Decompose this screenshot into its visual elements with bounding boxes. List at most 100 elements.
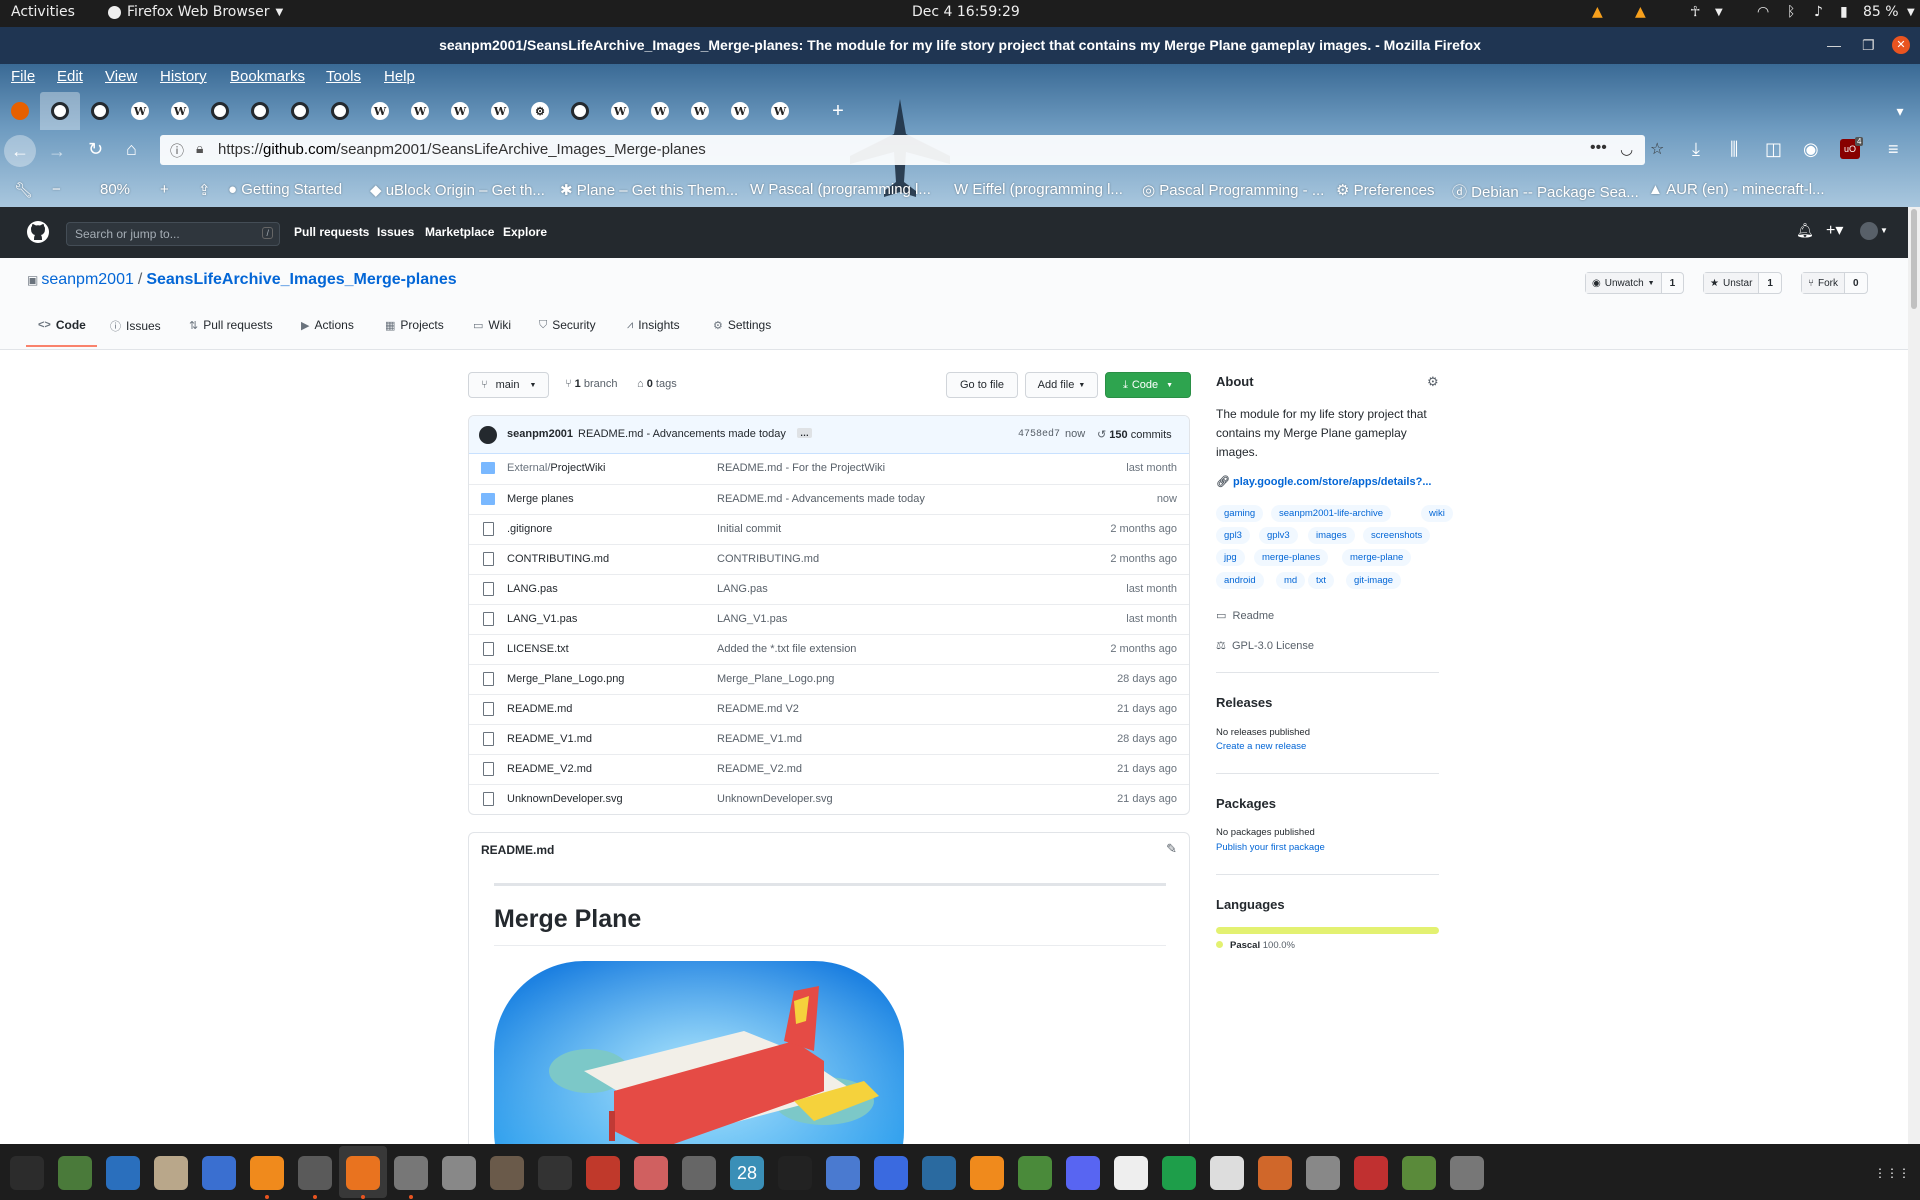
topic-tag[interactable]: images: [1308, 527, 1355, 544]
star-count[interactable]: 1: [1759, 278, 1781, 289]
calendar-icon[interactable]: 28: [730, 1156, 764, 1190]
tab-code[interactable]: <> Code: [38, 318, 86, 332]
battery-icon[interactable]: ▮: [1840, 4, 1848, 20]
topic-tag[interactable]: merge-plane: [1342, 549, 1412, 566]
topic-tag[interactable]: gplv3: [1259, 527, 1298, 544]
discord-icon[interactable]: [1066, 1156, 1100, 1190]
file-row[interactable]: README.md README.md V2 21 days ago: [469, 694, 1189, 724]
close-button[interactable]: ✕: [1892, 36, 1910, 54]
commits-link[interactable]: ↺ 150 commits: [1097, 428, 1172, 441]
nav-explore[interactable]: Explore: [503, 225, 547, 239]
game-icon[interactable]: [1018, 1156, 1052, 1190]
releases-heading[interactable]: Releases: [1216, 695, 1272, 710]
file-row[interactable]: LANG_V1.pas LANG_V1.pas last month: [469, 604, 1189, 634]
text-editor-icon[interactable]: [202, 1156, 236, 1190]
file-row[interactable]: LICENSE.txt Added the *.txt file extensio…: [469, 634, 1189, 664]
tab-settings[interactable]: ⚙ Settings: [713, 318, 771, 332]
browser-tab[interactable]: [280, 92, 320, 130]
tab-pull-requests[interactable]: ⇅ Pull requests: [189, 318, 273, 332]
website-link[interactable]: 🔗︎ play.google.com/store/apps/details?..…: [1216, 475, 1431, 488]
clock[interactable]: Dec 4 16:59:29: [912, 4, 1020, 20]
chevron-down-icon[interactable]: ▼: [1880, 226, 1888, 235]
tags-link[interactable]: ⌂ 0 tags: [637, 378, 677, 390]
tab-issues[interactable]: ⓘ Issues: [110, 318, 161, 334]
bookmark-item[interactable]: ⚙ Preferences: [1336, 181, 1435, 199]
file-name-link[interactable]: README_V1.md: [507, 733, 592, 745]
pocket-icon[interactable]: ◡: [1620, 140, 1633, 158]
terminal-icon[interactable]: [538, 1156, 572, 1190]
extensions-icon[interactable]: [58, 1156, 92, 1190]
file-row[interactable]: README_V2.md README_V2.md 21 days ago: [469, 754, 1189, 784]
file-commit-message[interactable]: Added the *.txt file extension: [717, 643, 856, 655]
browser-tab[interactable]: [240, 92, 280, 130]
timeshift-icon[interactable]: [586, 1156, 620, 1190]
github-logo-icon[interactable]: [26, 220, 50, 244]
browser-tab[interactable]: W: [160, 92, 200, 130]
downloads-icon[interactable]: ⤓: [1692, 139, 1700, 160]
tab-wiki[interactable]: ▭ Wiki: [473, 318, 511, 332]
blender-icon[interactable]: [970, 1156, 1004, 1190]
file-commit-message[interactable]: CONTRIBUTING.md: [717, 553, 819, 565]
file-commit-message[interactable]: Initial commit: [717, 523, 781, 535]
file-commit-message[interactable]: UnknownDeveloper.svg: [717, 793, 833, 805]
browser-tab[interactable]: W: [400, 92, 440, 130]
menu-history[interactable]: History: [160, 68, 207, 85]
file-row[interactable]: UnknownDeveloper.svg UnknownDeveloper.svg…: [469, 784, 1189, 814]
browser-tab[interactable]: ⚙: [520, 92, 560, 130]
screenshot-icon[interactable]: [442, 1156, 476, 1190]
readme-link[interactable]: ▭ Readme: [1216, 609, 1274, 622]
browser-tab[interactable]: [320, 92, 360, 130]
todo-icon[interactable]: [826, 1156, 860, 1190]
file-commit-message[interactable]: LANG.pas: [717, 583, 768, 595]
typora-icon[interactable]: [1210, 1156, 1244, 1190]
browser-tab[interactable]: W: [480, 92, 520, 130]
document-viewer-icon[interactable]: [1114, 1156, 1148, 1190]
zoom-level[interactable]: 80%: [100, 181, 130, 198]
file-commit-message[interactable]: README_V2.md: [717, 763, 802, 775]
topic-tag[interactable]: seanpm2001-life-archive: [1271, 505, 1392, 522]
nav-marketplace[interactable]: Marketplace: [425, 225, 494, 239]
file-name-link[interactable]: LANG_V1.pas: [507, 613, 577, 625]
file-row[interactable]: Merge planes README.md - Advancements mad…: [469, 484, 1189, 514]
menu-tools[interactable]: Tools: [326, 68, 361, 85]
topic-tag[interactable]: merge-planes: [1254, 549, 1329, 566]
writer-icon[interactable]: [106, 1156, 140, 1190]
minecraft-icon[interactable]: [1402, 1156, 1436, 1190]
tab-security[interactable]: ⛉ Security: [539, 318, 596, 332]
commit-author[interactable]: seanpm2001: [507, 428, 573, 440]
file-commit-message[interactable]: README.md - For the ProjectWiki: [717, 462, 885, 474]
page-actions-icon[interactable]: •••: [1590, 139, 1607, 157]
file-commit-message[interactable]: README.md V2: [717, 703, 799, 715]
chevron-down-icon[interactable]: ▼: [1715, 7, 1723, 18]
library-icon[interactable]: ⫼: [1730, 139, 1738, 160]
sidebar-icon[interactable]: ◫: [1765, 139, 1782, 160]
file-row[interactable]: README_V1.md README_V1.md 28 days ago: [469, 724, 1189, 754]
browser-tab[interactable]: [200, 92, 240, 130]
impress-icon[interactable]: [1258, 1156, 1292, 1190]
edit-pencil-icon[interactable]: ✎: [1166, 841, 1177, 857]
avatar[interactable]: [1860, 222, 1878, 240]
vlc-tray-icon[interactable]: ▲: [1592, 4, 1603, 20]
page-scrollbar[interactable]: [1908, 207, 1920, 1144]
repo-owner-link[interactable]: seanpm2001: [41, 271, 134, 288]
notifications-bell-icon[interactable]: 🔔︎: [1796, 222, 1814, 239]
list-all-tabs-button[interactable]: ▾: [1880, 92, 1920, 130]
file-name-link[interactable]: Merge_Plane_Logo.png: [507, 673, 624, 685]
back-button[interactable]: ←: [4, 135, 36, 167]
activities-button[interactable]: Activities: [11, 4, 75, 20]
share-icon[interactable]: ⇪: [198, 181, 211, 199]
go-to-file-button[interactable]: Go to file: [946, 372, 1018, 398]
commit-message[interactable]: README.md - Advancements made today: [578, 428, 786, 440]
menu-help[interactable]: Help: [384, 68, 415, 85]
commit-sha[interactable]: 4758ed7: [1018, 429, 1060, 440]
add-file-button[interactable]: Add file ▼: [1025, 372, 1098, 398]
file-row[interactable]: External/ProjectWiki README.md - For the …: [469, 454, 1189, 484]
topic-tag[interactable]: android: [1216, 572, 1264, 589]
sound-recorder-icon[interactable]: [634, 1156, 668, 1190]
browser-tab[interactable]: W: [600, 92, 640, 130]
avatar[interactable]: [479, 426, 497, 444]
forward-button[interactable]: →: [48, 141, 66, 162]
browser-tab[interactable]: W: [720, 92, 760, 130]
bookmark-item[interactable]: ● Getting Started: [228, 181, 342, 198]
topic-tag[interactable]: jpg: [1216, 549, 1245, 566]
